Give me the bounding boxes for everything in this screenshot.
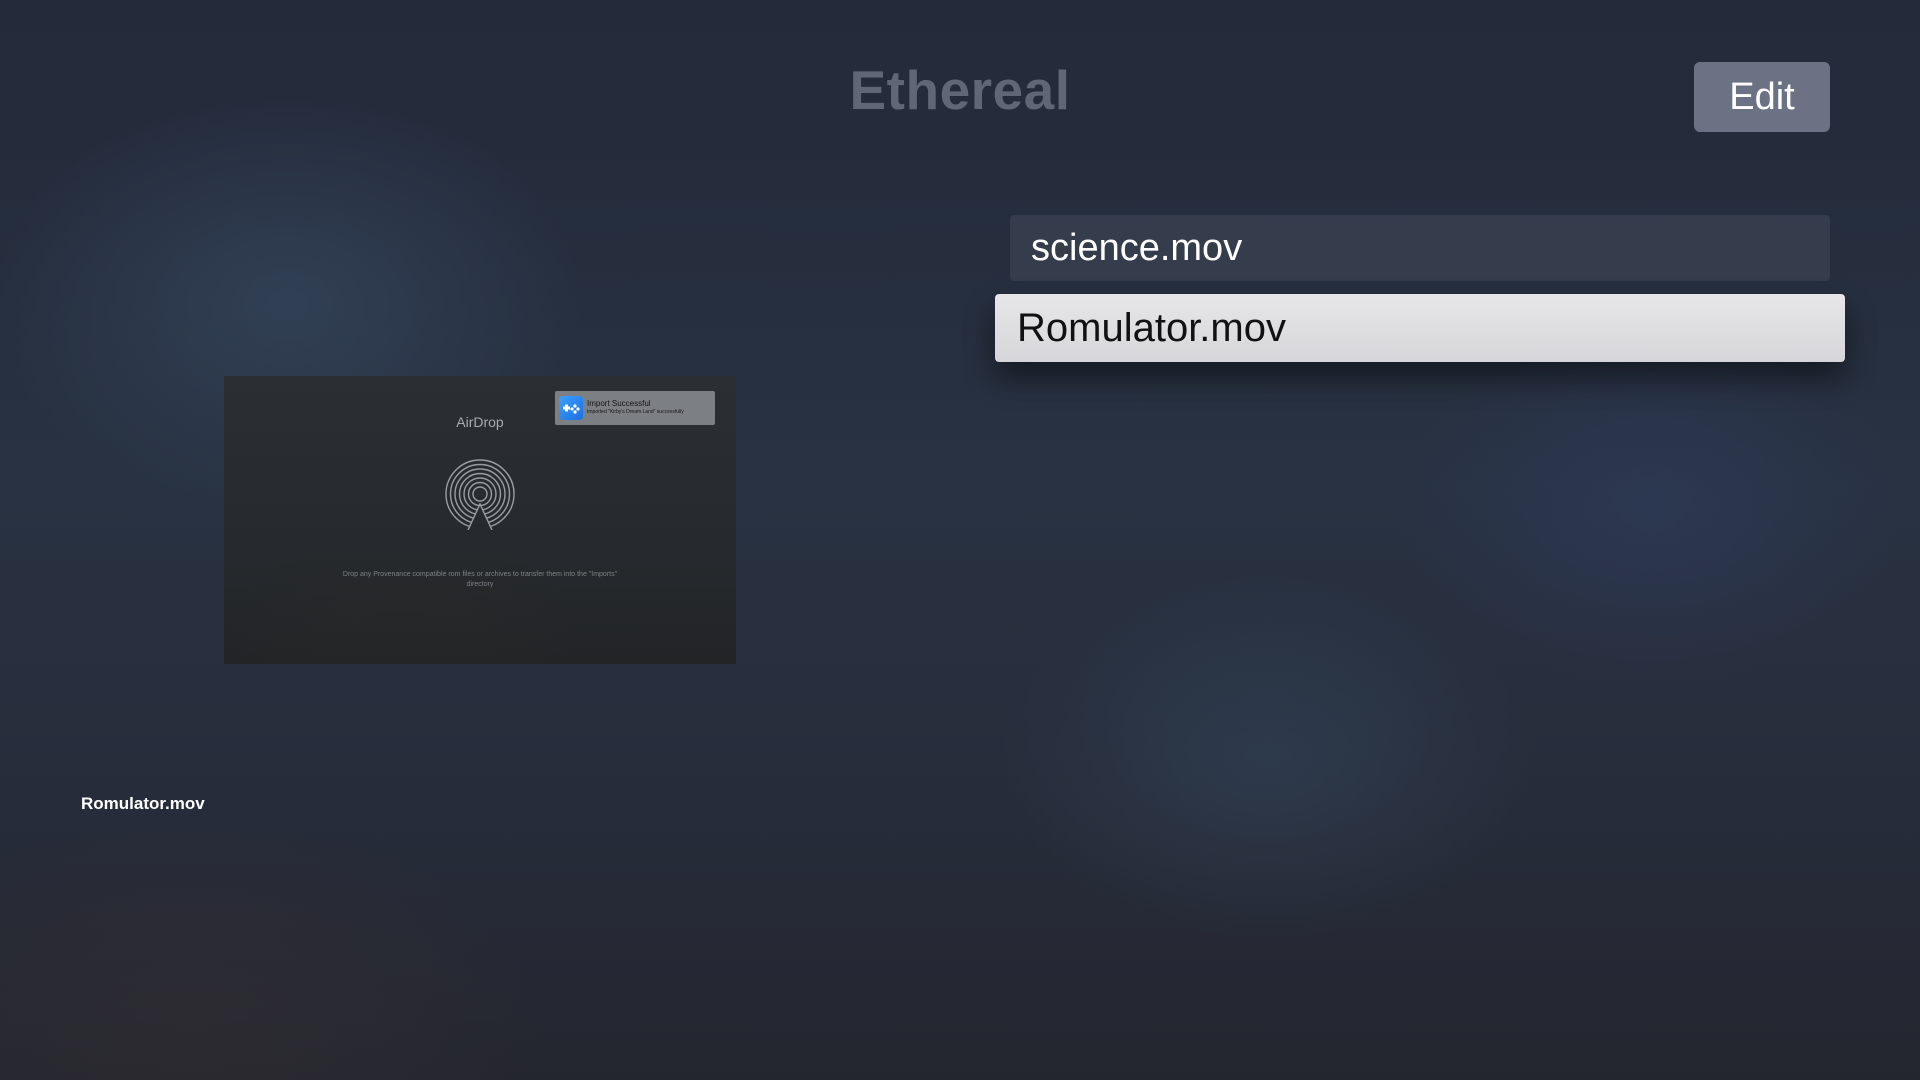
airdrop-description: Drop any Provenance compatible rom files… bbox=[342, 571, 618, 588]
preview-caption: Romulator.mov bbox=[81, 794, 205, 813]
toast-body: Imported "Kirby's Dream Land" successful… bbox=[587, 409, 684, 415]
page-title: Ethereal bbox=[849, 59, 1071, 121]
edit-button[interactable]: Edit bbox=[1694, 62, 1830, 132]
toast-title: Import Successful bbox=[587, 399, 651, 408]
file-row-science[interactable]: science.mov bbox=[1010, 215, 1830, 281]
file-name: science.mov bbox=[1031, 226, 1243, 269]
import-toast: Import Successful Imported "Kirby's Drea… bbox=[555, 391, 715, 425]
file-name: Romulator.mov bbox=[1017, 305, 1286, 350]
gamepad-icon bbox=[559, 396, 583, 420]
file-row-romulator[interactable]: Romulator.mov bbox=[995, 294, 1845, 362]
airdrop-icon bbox=[445, 459, 515, 530]
video-preview-thumbnail: AirDrop Drop any Provenance compatible r… bbox=[224, 376, 736, 664]
